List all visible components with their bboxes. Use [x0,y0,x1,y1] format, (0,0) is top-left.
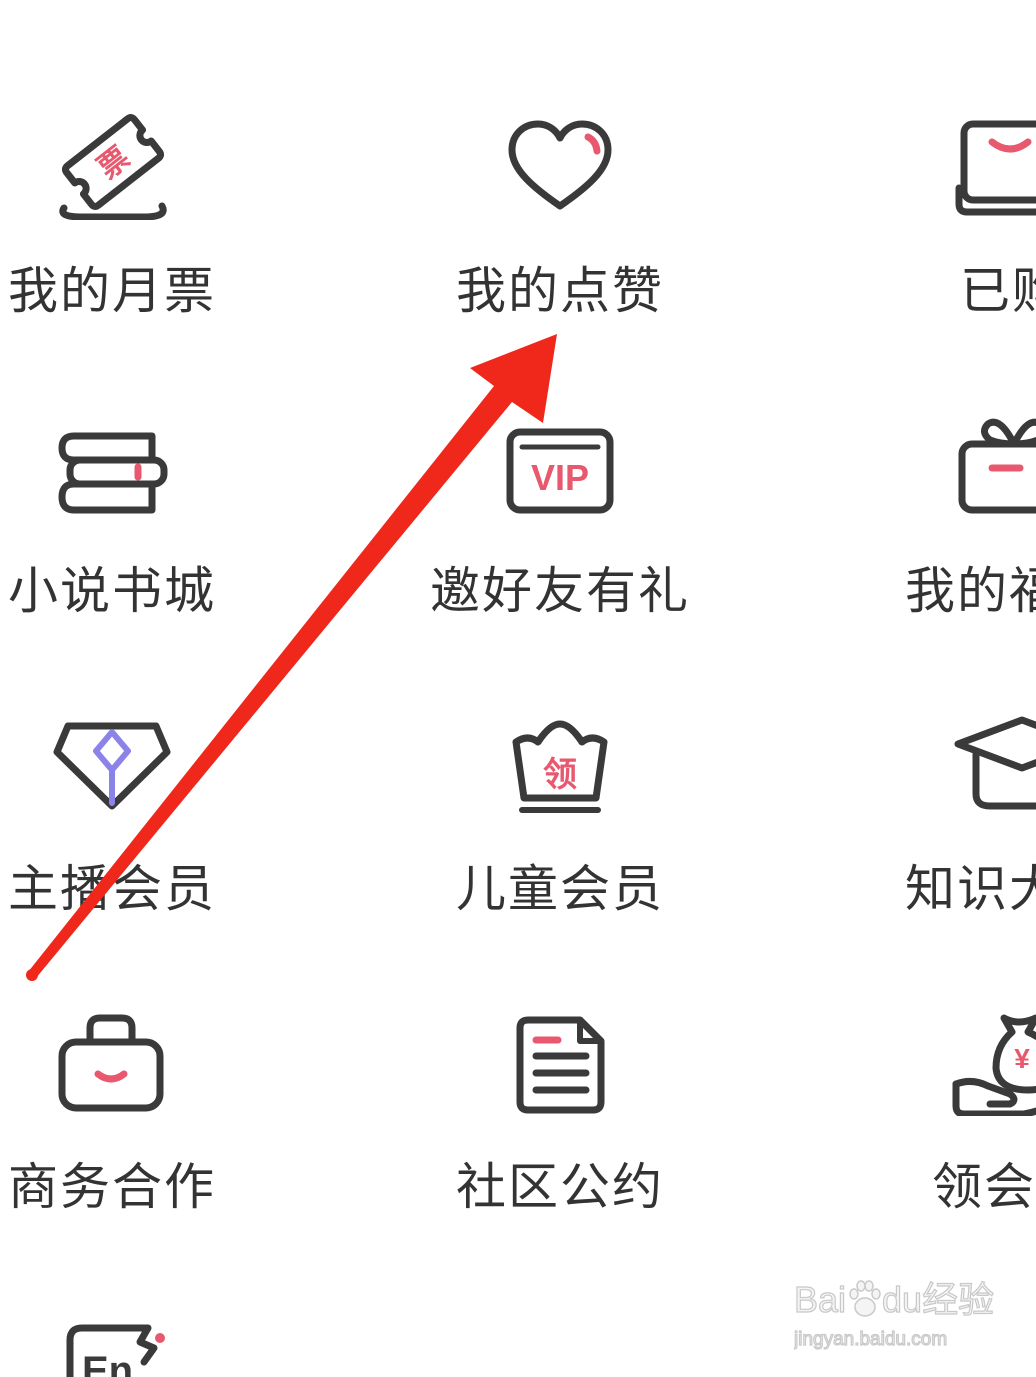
heart-icon [508,120,612,210]
menu-label-purchased: 已购 [960,262,1036,320]
menu-label-community-rules: 社区公约 [456,1158,664,1216]
watermark-brand-part1: Bai [794,1278,847,1320]
menu-item-english[interactable]: En [0,1300,224,1377]
menu-label-novel-store: 小说书城 [8,562,216,620]
vip-badge: VIP [531,457,589,498]
gift-icon [958,418,1036,514]
menu-label-invite-friends: 邀好友有礼 [430,562,690,620]
menu-item-business[interactable]: 商务合作 [0,996,224,1276]
watermark-brand-part2: du [881,1278,923,1320]
watermark-brand-part3: 经验 [921,1278,995,1320]
graduation-cap-icon [954,716,1036,810]
watermark-url: jingyan.baidu.com [794,1328,948,1350]
menu-label-my-likes: 我的点赞 [456,262,664,320]
crown-basket-icon: 领 [512,720,608,813]
claim-badge: 领 [543,756,577,794]
diamond-icon [53,722,171,810]
briefcase-icon [58,1014,164,1112]
books-icon [58,432,168,514]
document-icon [516,1016,605,1114]
menu-item-my-benefits[interactable]: 我的福 [896,400,1036,680]
menu-label-business: 商务合作 [8,1158,216,1216]
yen-badge: ¥ [1014,1043,1030,1074]
menu-item-invite-friends[interactable]: VIP 邀好友有礼 [400,400,720,680]
menu-label-monthly-ticket: 我的月票 [8,262,216,320]
menu-item-purchased[interactable]: 已购 [896,100,1036,380]
ticket-icon: 票 [59,114,167,220]
menu-label-streamer-vip: 主播会员 [8,860,216,918]
purchased-book-icon [955,120,1036,216]
menu-item-knowledge[interactable]: 知识大 [896,698,1036,978]
money-hand-icon: ¥ [952,1014,1036,1116]
menu-label-knowledge: 知识大 [905,860,1036,918]
menu-item-kids-vip[interactable]: 领 儿童会员 [400,698,720,978]
menu-label-kids-vip: 儿童会员 [456,860,664,918]
menu-label-claim-vip: 领会 [932,1158,1036,1216]
menu-item-monthly-ticket[interactable]: 票 我的月票 [0,100,224,380]
vip-card-icon: VIP [506,428,614,514]
english-badge: En [82,1349,133,1377]
baidu-jingyan-watermark: Bai du 经验 jingyan.baidu.com [794,1276,1030,1356]
menu-item-community-rules[interactable]: 社区公约 [400,996,720,1276]
menu-item-streamer-vip[interactable]: 主播会员 [0,698,224,978]
watermark-brand: Bai du 经验 [794,1276,1030,1322]
menu-label-my-benefits: 我的福 [905,562,1036,620]
paw-logo-icon [849,1280,881,1317]
menu-item-claim-vip[interactable]: ¥ 领会 [896,996,1036,1276]
english-icon: En [66,1324,165,1377]
menu-item-my-likes[interactable]: 我的点赞 [400,100,720,380]
menu-item-novel-store[interactable]: 小说书城 [0,400,224,680]
